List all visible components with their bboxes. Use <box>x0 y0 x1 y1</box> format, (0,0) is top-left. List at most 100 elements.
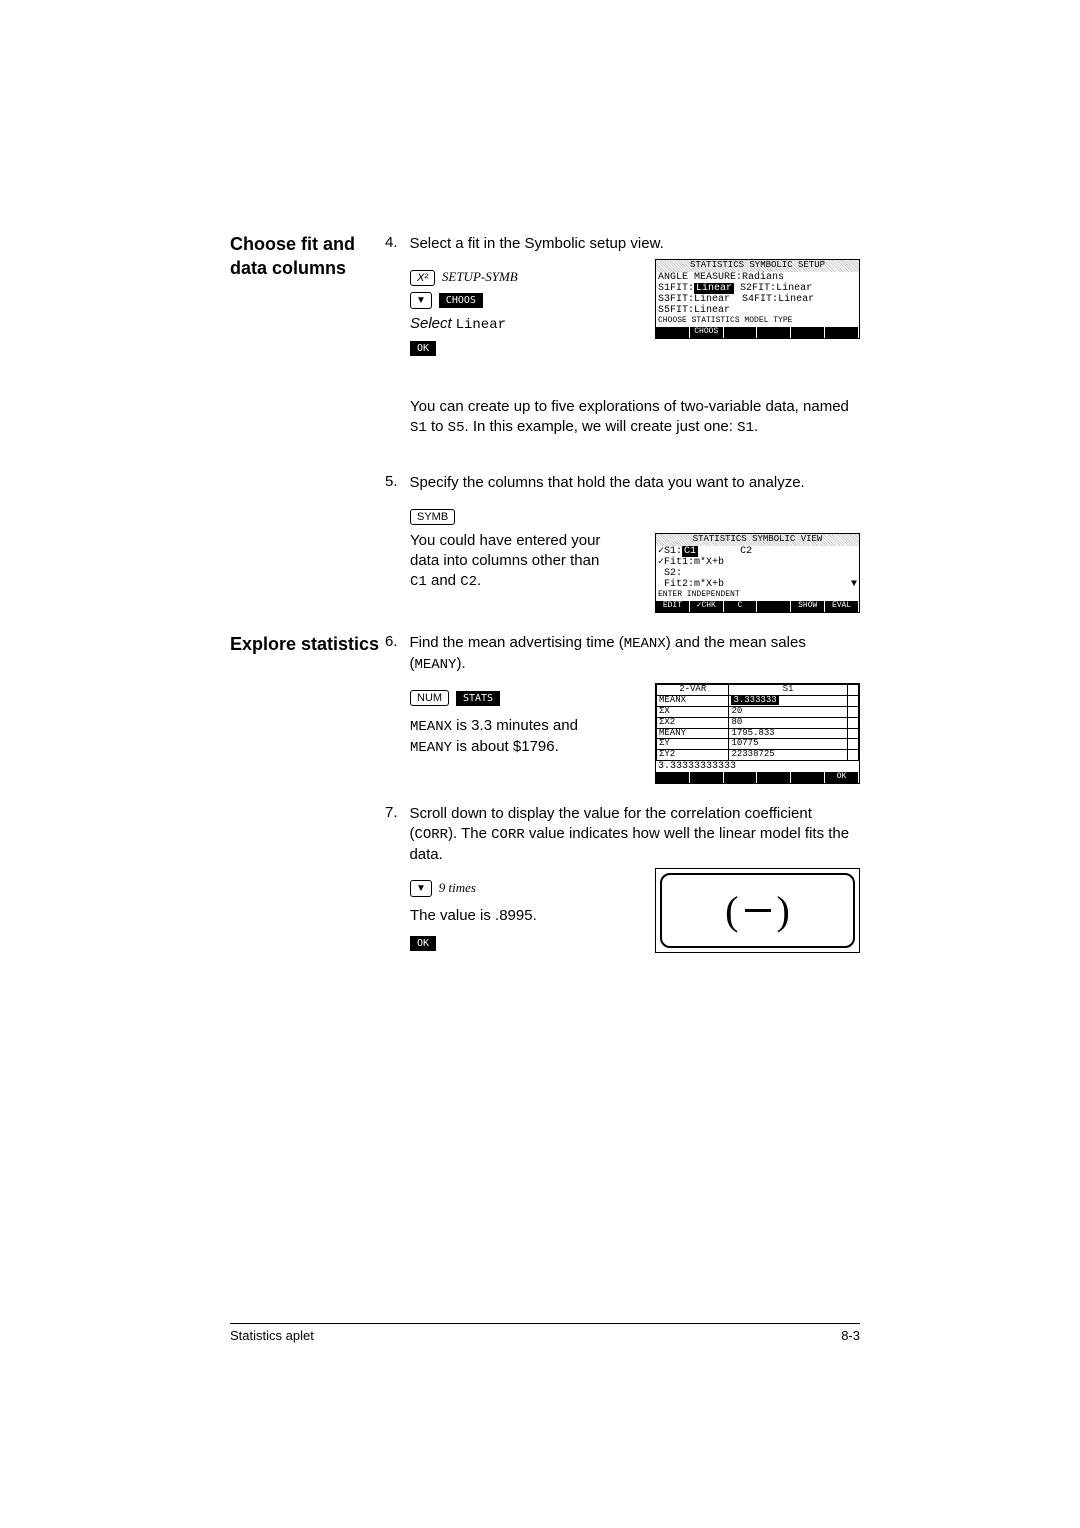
down-key: ▼ <box>410 292 432 309</box>
text: and <box>427 572 460 589</box>
c: MEANY <box>657 728 729 739</box>
c: 22338725 <box>729 750 847 761</box>
paren-right-icon: ) <box>777 887 790 934</box>
t: is about $1796. <box>452 738 559 755</box>
down-key: ▼ <box>410 880 432 897</box>
step-text: Select a fit in the Symbolic setup view. <box>409 234 854 254</box>
code: MEANY <box>414 657 456 673</box>
code: C1 <box>410 574 427 590</box>
num-key: NUM <box>410 690 449 706</box>
choos-softkey: CHOOS <box>690 327 724 338</box>
drawing-inner: ( ) <box>660 873 855 948</box>
status: CHOOSE STATISTICS MODEL TYPE <box>656 316 859 327</box>
callout-drawing: ( ) <box>655 868 860 953</box>
step-num: 4. <box>385 234 405 251</box>
c: 80 <box>729 717 847 728</box>
l: S3FIT: <box>658 294 694 305</box>
screen-title: STATISTICS SYMBOLIC VIEW <box>656 534 859 546</box>
paragraph-explorations: You can create up to five explorations o… <box>385 397 860 438</box>
screen-symbolic-view: STATISTICS SYMBOLIC VIEW ✓S1:C1 C2 ✓Fit1… <box>655 533 860 613</box>
c: 1795.833 <box>729 728 847 739</box>
sk: EDIT <box>656 601 690 612</box>
code: S1 <box>737 420 754 436</box>
c: 3.333333 <box>731 695 778 705</box>
v: C1 <box>682 546 698 557</box>
ok-key: OK <box>410 341 436 356</box>
c: MEANX <box>657 695 729 706</box>
nine-times: 9 times <box>439 880 476 895</box>
paren-left-icon: ( <box>725 887 738 934</box>
step-text: Find the mean advertising time (MEANX) a… <box>409 633 854 675</box>
c: ΣX2 <box>657 717 729 728</box>
ok-key: OK <box>410 936 436 951</box>
row: S2: <box>656 568 859 579</box>
sk: SHOW <box>791 601 825 612</box>
code: S1 <box>410 420 427 436</box>
code: C2 <box>460 574 477 590</box>
step-num: 7. <box>385 804 405 821</box>
code: S5 <box>448 420 465 436</box>
screen-title: STATISTICS SYMBOLIC SETUP <box>656 260 859 272</box>
v: Linear <box>778 294 814 305</box>
step-text: Scroll down to display the value for the… <box>409 804 854 865</box>
footer-right: 8-3 <box>841 1328 860 1343</box>
l: ✓S1: <box>658 546 682 557</box>
row: ✓Fit1:m*X+b <box>656 557 859 568</box>
choos-key: CHOOS <box>439 293 483 308</box>
footer: OK <box>656 772 859 783</box>
c: ΣY2 <box>657 750 729 761</box>
screen-symbolic-setup: STATISTICS SYMBOLIC SETUP ANGLE MEASURE:… <box>655 259 860 339</box>
hdr: 2-VAR <box>657 685 729 696</box>
select-label: Select <box>410 315 452 332</box>
l: S4FIT: <box>742 294 778 305</box>
v: Linear <box>776 283 812 294</box>
x2-key: X² <box>410 270 435 286</box>
footer: EDIT✓CHKC SHOWEVAL <box>656 601 859 612</box>
t: Find the mean advertising time ( <box>409 634 623 651</box>
t: is 3.3 minutes and <box>452 717 578 734</box>
text: You can create up to five explorations o… <box>410 398 849 415</box>
step-num: 6. <box>385 633 405 650</box>
stats-table: 2-VARS1 MEANX3.333333 ΣX20 ΣX280 MEANY17… <box>656 684 859 761</box>
l: S2FIT: <box>740 283 776 294</box>
section-heading-explore-stats: Explore statistics <box>230 632 395 656</box>
t: ). The <box>448 825 491 842</box>
code: CORR <box>491 827 525 843</box>
section-heading-choose-fit: Choose fit and data columns <box>230 232 380 281</box>
minus-icon <box>745 909 771 912</box>
code: MEANX <box>624 636 666 652</box>
sk: C <box>724 601 758 612</box>
setup-symb-label: SETUP-SYMB <box>442 269 518 284</box>
l: S1FIT: <box>658 283 694 294</box>
label: ANGLE MEASURE: <box>658 272 742 283</box>
c: ΣY <box>657 739 729 750</box>
sk: ✓CHK <box>690 601 724 612</box>
c: 10775 <box>729 739 847 750</box>
page-footer: Statistics aplet 8-3 <box>230 1323 860 1343</box>
stats-key: STATS <box>456 691 500 706</box>
screen-stats-table: 2-VARS1 MEANX3.333333 ΣX20 ΣX280 MEANY17… <box>655 683 860 784</box>
text: You could have entered your data into co… <box>410 532 600 569</box>
row: Fit2:m*X+b <box>658 579 724 590</box>
v: Linear <box>694 305 730 316</box>
code: CORR <box>414 827 448 843</box>
footer: CHOOS <box>656 327 859 338</box>
text: . In this example, we will create just o… <box>464 418 737 435</box>
v: Linear <box>694 283 734 294</box>
sk: EVAL <box>825 601 859 612</box>
scroll-down-icon: ▼ <box>851 579 857 590</box>
text: . <box>754 418 758 435</box>
v: Linear <box>694 294 730 305</box>
ok-softkey: OK <box>825 772 859 783</box>
t: ). <box>456 655 465 672</box>
bottom-value: 3.33333333333 <box>656 761 859 772</box>
v: C2 <box>740 546 752 557</box>
code: MEANY <box>410 740 452 756</box>
value: Radians <box>742 272 784 283</box>
l: S5FIT: <box>658 305 694 316</box>
c: ΣX <box>657 706 729 717</box>
c: 20 <box>729 706 847 717</box>
footer-left: Statistics aplet <box>230 1328 314 1343</box>
code: MEANX <box>410 719 452 735</box>
status: ENTER INDEPENDENT <box>656 590 859 601</box>
